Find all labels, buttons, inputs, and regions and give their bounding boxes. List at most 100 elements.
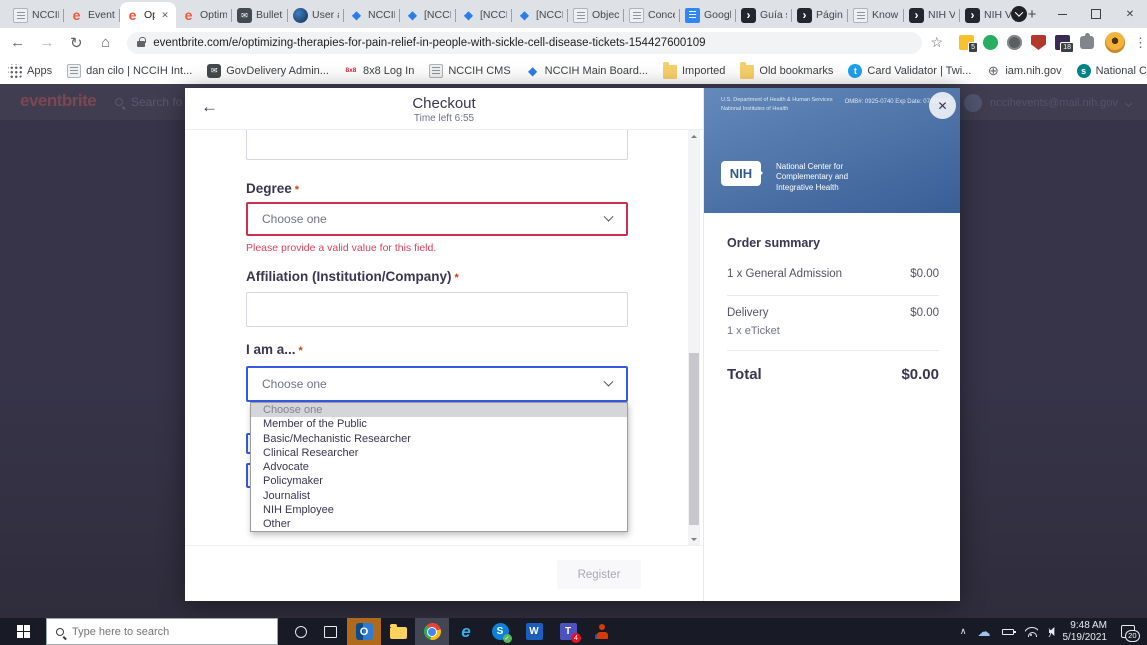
summary-row: 1 x General Admission $0.00 bbox=[727, 268, 939, 280]
start-button[interactable] bbox=[0, 618, 46, 645]
bookmark-item[interactable]: Old bookmarks bbox=[740, 62, 833, 79]
iama-select[interactable]: Choose one bbox=[246, 366, 628, 402]
close-window-button[interactable] bbox=[1113, 0, 1147, 28]
bookmark-star-icon[interactable]: ☆ bbox=[930, 34, 943, 51]
affiliation-input[interactable] bbox=[246, 292, 628, 327]
home-icon[interactable]: ⌂ bbox=[94, 31, 117, 55]
extension-button[interactable]: 18 bbox=[1055, 35, 1070, 50]
browser-tab[interactable]: Know ✕ bbox=[848, 2, 904, 28]
text-field-partial[interactable] bbox=[246, 130, 628, 160]
taskbar-app-button[interactable] bbox=[449, 618, 483, 645]
refresh-icon[interactable]: ↻ bbox=[65, 31, 88, 55]
divider bbox=[727, 295, 939, 296]
back-arrow-icon[interactable]: ← bbox=[201, 97, 218, 117]
dropdown-option[interactable]: Basic/Mechanistic Researcher bbox=[251, 432, 627, 446]
dropdown-option[interactable]: Member of the Public bbox=[251, 417, 627, 431]
extension-button[interactable]: 5 bbox=[959, 35, 974, 50]
tab-label: Optim bbox=[200, 9, 227, 21]
action-center-icon[interactable]: 20 bbox=[1121, 625, 1135, 638]
browser-tab[interactable]: Optim ✕ bbox=[176, 2, 232, 28]
dropdown-option[interactable]: Advocate bbox=[251, 460, 627, 474]
tab-search-icon[interactable] bbox=[1011, 6, 1027, 22]
taskbar-clock[interactable]: 9:48 AM 5/19/2021 bbox=[1063, 620, 1108, 644]
volume-icon[interactable]: ) bbox=[1049, 627, 1052, 637]
scroll-down-icon[interactable] bbox=[688, 533, 700, 545]
maximize-button[interactable] bbox=[1079, 0, 1113, 28]
modal-scrollbar[interactable] bbox=[688, 130, 700, 545]
tab-favicon bbox=[965, 8, 980, 23]
taskbar-app-button[interactable] bbox=[415, 618, 449, 645]
profile-avatar[interactable] bbox=[1105, 32, 1125, 53]
extension-button[interactable] bbox=[1007, 35, 1022, 50]
browser-tab[interactable]: Eventb ✕ bbox=[64, 2, 120, 28]
browser-tab[interactable]: Conce ✕ bbox=[624, 2, 680, 28]
bookmark-item[interactable]: iam.nih.gov bbox=[986, 64, 1061, 78]
tab-favicon bbox=[461, 8, 476, 23]
onedrive-icon[interactable]: ☁ bbox=[978, 624, 991, 640]
browser-menu-icon[interactable]: ⋮ bbox=[1134, 35, 1147, 51]
back-icon[interactable]: ← bbox=[6, 31, 29, 55]
bookmark-item[interactable]: NCCIH Main Board... bbox=[526, 64, 648, 78]
wifi-icon[interactable] bbox=[1025, 627, 1038, 637]
taskbar-search-input[interactable] bbox=[72, 626, 242, 638]
bookmark-item[interactable]: Apps bbox=[8, 64, 52, 78]
browser-tab[interactable]: [NCCI ✕ bbox=[400, 2, 456, 28]
browser-tab[interactable]: NCCIH ✕ bbox=[344, 2, 400, 28]
dropdown-option[interactable]: Policymaker bbox=[251, 474, 627, 488]
taskbar-app-button[interactable] bbox=[517, 618, 551, 645]
browser-tab[interactable]: User a ✕ bbox=[288, 2, 344, 28]
browser-tab[interactable]: NIH V ✕ bbox=[960, 2, 1016, 28]
chevron-down-icon bbox=[604, 211, 614, 221]
battery-icon[interactable] bbox=[1002, 629, 1014, 635]
task-view-icon[interactable] bbox=[324, 626, 337, 638]
register-button[interactable]: Register bbox=[557, 560, 641, 589]
app-icon bbox=[594, 623, 611, 640]
dropdown-option[interactable]: Journalist bbox=[251, 489, 627, 503]
scrollbar-thumb[interactable] bbox=[689, 353, 699, 525]
tab-label: Guía s bbox=[760, 9, 787, 21]
tab-close-icon[interactable]: ✕ bbox=[159, 9, 171, 21]
browser-tab[interactable]: Bulleti ✕ bbox=[232, 2, 288, 28]
browser-tab[interactable]: NIH V ✕ bbox=[904, 2, 960, 28]
bookmark-item[interactable]: 8x8 Log In bbox=[344, 64, 414, 78]
dropdown-option[interactable]: Other bbox=[251, 517, 627, 531]
tray-expand-icon[interactable]: ∧ bbox=[960, 626, 967, 637]
cortana-icon[interactable] bbox=[295, 626, 307, 638]
bookmark-item[interactable]: Imported bbox=[663, 62, 725, 79]
account-menu: nccihevents@mail.nih.gov bbox=[964, 94, 1131, 112]
taskbar-app-button[interactable] bbox=[381, 618, 415, 645]
dropdown-option[interactable]: Clinical Researcher bbox=[251, 446, 627, 460]
tab-label: User a bbox=[312, 9, 339, 21]
bookmark-item[interactable]: Card Validator | Twi... bbox=[848, 64, 971, 78]
dropdown-option[interactable]: NIH Employee bbox=[251, 503, 627, 517]
modal-close-icon[interactable]: ✕ bbox=[929, 92, 956, 119]
tab-label: Objec bbox=[592, 9, 619, 21]
browser-tab[interactable]: [NCCI ✕ bbox=[512, 2, 568, 28]
extension-button[interactable] bbox=[983, 35, 998, 50]
bookmark-favicon bbox=[8, 64, 22, 78]
minimize-button[interactable] bbox=[1045, 0, 1079, 28]
taskbar-app-button[interactable] bbox=[347, 618, 381, 645]
scroll-up-icon[interactable] bbox=[688, 130, 700, 142]
browser-tab[interactable]: Página ✕ bbox=[792, 2, 848, 28]
taskbar-app-button[interactable] bbox=[483, 618, 517, 645]
taskbar-app-button[interactable]: 4 bbox=[551, 618, 585, 645]
degree-select[interactable]: Choose one bbox=[246, 202, 628, 236]
bookmark-item[interactable]: dan cilo | NCCIH Int... bbox=[67, 64, 192, 78]
browser-tab[interactable]: NCCIH ✕ bbox=[8, 2, 64, 28]
dropdown-option[interactable]: Choose one bbox=[251, 403, 627, 417]
forward-icon[interactable]: → bbox=[35, 31, 58, 55]
browser-tab[interactable]: Googl ✕ bbox=[680, 2, 736, 28]
bookmark-item[interactable]: National Center for... bbox=[1077, 64, 1147, 78]
extension-button[interactable] bbox=[1031, 35, 1046, 50]
address-bar[interactable]: eventbrite.com/e/optimizing-therapies-fo… bbox=[127, 32, 922, 54]
browser-tab[interactable]: Guía s ✕ bbox=[736, 2, 792, 28]
bookmark-item[interactable]: GovDelivery Admin... bbox=[207, 64, 329, 78]
browser-tab[interactable]: [NCCI ✕ bbox=[456, 2, 512, 28]
browser-tab[interactable]: Objec ✕ bbox=[568, 2, 624, 28]
taskbar-search[interactable] bbox=[46, 618, 278, 645]
extensions-puzzle-icon[interactable] bbox=[1080, 36, 1094, 49]
taskbar-app-button[interactable] bbox=[585, 618, 619, 645]
bookmark-item[interactable]: NCCIH CMS bbox=[429, 64, 510, 78]
browser-tab[interactable]: Op ✕ bbox=[120, 2, 176, 28]
